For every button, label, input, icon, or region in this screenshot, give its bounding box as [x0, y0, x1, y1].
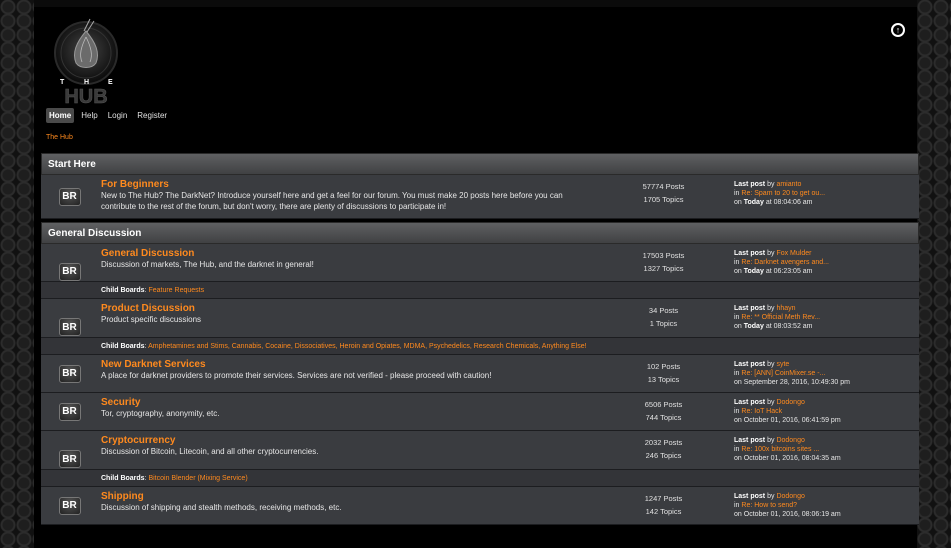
breadcrumb[interactable]: The Hub [46, 134, 73, 141]
logo-letter-t: T [60, 79, 65, 86]
last-post-thread[interactable]: Re: Spam to 20 to get ou... [741, 190, 825, 197]
board-link[interactable]: Shipping [101, 491, 595, 502]
last-post: Last post by amianto in Re: Spam to 20 t… [734, 181, 826, 206]
last-post-author[interactable]: Dodongo [776, 399, 804, 406]
board-group: Product Discussion Product specific disc… [41, 299, 919, 355]
logo-letter-h: H [84, 79, 89, 86]
board-link[interactable]: For Beginners [101, 179, 595, 190]
post-count: 57774 Posts [642, 182, 685, 191]
last-post-thread[interactable]: Re: Darknet avengers and... [741, 259, 829, 266]
board-link[interactable]: Security [101, 397, 595, 408]
onion-logo-icon: T H E HUB [54, 18, 118, 108]
last-post: Last post by syte in Re: [ANN] CoinMixer… [734, 361, 850, 386]
nav-register[interactable]: Register [134, 108, 170, 123]
hex-pattern-left [0, 0, 34, 548]
board-link[interactable]: Cryptocurrency [101, 435, 595, 446]
board-link[interactable]: Product Discussion [101, 303, 595, 314]
last-post-author[interactable]: Dodongo [776, 437, 804, 444]
last-post-author[interactable]: amianto [776, 181, 801, 188]
board-description: New to The Hub? The DarkNet? Introduce y… [101, 191, 563, 211]
last-post-thread[interactable]: Re: 100x bitcoins sites ... [741, 446, 819, 453]
arrow-up-circle-icon[interactable]: ↑ [891, 23, 905, 37]
board-stats: 57774 Posts 1705 Topics [599, 175, 728, 218]
post-count: 1247 Posts [644, 494, 683, 503]
child-boards-row: Child Boards: Bitcoin Blender (Mixing Se… [41, 470, 919, 487]
board-description: Discussion of shipping and stealth metho… [101, 503, 342, 512]
br-board-icon: BR [58, 364, 81, 383]
topic-count: 744 Topics [645, 413, 682, 422]
last-post: Last post by Fox Mulder in Re: Darknet a… [734, 250, 829, 275]
board-description: Tor, cryptography, anonymity, etc. [101, 409, 220, 418]
br-board-icon: BR [58, 318, 81, 336]
board-description: Product specific discussions [101, 315, 202, 324]
child-board-links[interactable]: Amphetamines and Stims, Cannabis, Cocain… [148, 343, 586, 350]
topic-count: 246 Topics [645, 451, 682, 460]
last-post-thread[interactable]: Re: [ANN] CoinMixer.se -... [741, 370, 825, 377]
post-count: 34 Posts [648, 306, 679, 315]
board-row: Cryptocurrency Discussion of Bitcoin, Li… [41, 431, 919, 470]
nav-home[interactable]: Home [46, 108, 75, 123]
topic-count: 13 Topics [647, 375, 680, 384]
hex-pattern-right [917, 0, 951, 548]
category-header-general-discussion[interactable]: General Discussion [41, 222, 919, 244]
board-row: BR Security Tor, cryptography, anonymity… [41, 393, 919, 431]
last-post: Last post by Dodongo in Re: IoT Hack on … [734, 399, 841, 424]
nav-help[interactable]: Help [78, 108, 100, 123]
board-link[interactable]: General Discussion [101, 248, 595, 259]
category-header-start-here[interactable]: Start Here [41, 153, 919, 175]
board-group: General Discussion Discussion of markets… [41, 244, 919, 299]
last-post-author[interactable]: Fox Mulder [776, 250, 811, 257]
board-row: BR For Beginners New to The Hub? The Dar… [41, 175, 919, 219]
board-row: BR Shipping Discussion of shipping and s… [41, 487, 919, 525]
last-post-author[interactable]: syte [776, 361, 789, 368]
board-row: BR New Darknet Services A place for dark… [41, 355, 919, 393]
logo-word: HUB [64, 86, 107, 107]
last-post: Last post by Dodongo in Re: 100x bitcoin… [734, 437, 841, 462]
br-board-icon: BR [58, 402, 81, 421]
last-post: Last post by hhayn in Re: ** Official Me… [734, 305, 821, 330]
topic-count: 142 Topics [645, 507, 682, 516]
br-board-icon: BR [58, 450, 81, 468]
page-frame: T H E HUB ↑ Home Help Login Register The… [34, 7, 919, 548]
topic-count: 1327 Topics [643, 264, 684, 273]
board-description: Discussion of markets, The Hub, and the … [101, 260, 314, 269]
nav-login[interactable]: Login [105, 108, 131, 123]
board-row: Product Discussion Product specific disc… [41, 299, 919, 338]
board-group: Cryptocurrency Discussion of Bitcoin, Li… [41, 431, 919, 487]
last-post: Last post by Dodongo in Re: How to send?… [734, 493, 841, 518]
last-post-thread[interactable]: Re: IoT Hack [741, 408, 782, 415]
last-post-author[interactable]: hhayn [776, 305, 795, 312]
post-count: 2032 Posts [644, 438, 683, 447]
br-board-icon: BR [58, 496, 81, 515]
main-nav: Home Help Login Register [46, 108, 170, 123]
last-post-thread[interactable]: Re: How to send? [741, 502, 797, 509]
post-count: 17503 Posts [642, 251, 685, 260]
topic-count: 1 Topics [649, 319, 678, 328]
board-index: Start Here BR For Beginners New to The H… [41, 153, 919, 525]
logo-letter-e: E [108, 79, 113, 86]
last-post-author[interactable]: Dodongo [776, 493, 804, 500]
child-boards-row: Child Boards: Feature Requests [41, 282, 919, 299]
last-post-thread[interactable]: Re: ** Official Meth Rev... [741, 314, 820, 321]
site-logo[interactable]: T H E HUB [46, 7, 126, 108]
board-description: A place for darknet providers to promote… [101, 371, 492, 380]
board-description: Discussion of Bitcoin, Litecoin, and all… [101, 447, 319, 456]
child-board-links[interactable]: Bitcoin Blender (Mixing Service) [148, 475, 247, 482]
child-boards-row: Child Boards: Amphetamines and Stims, Ca… [41, 338, 919, 355]
topic-count: 1705 Topics [643, 195, 684, 204]
board-link[interactable]: New Darknet Services [101, 359, 595, 370]
post-count: 102 Posts [646, 362, 681, 371]
board-row: General Discussion Discussion of markets… [41, 244, 919, 282]
post-count: 6506 Posts [644, 400, 683, 409]
br-board-icon: BR [58, 187, 81, 206]
br-board-icon: BR [58, 262, 81, 281]
child-board-links[interactable]: Feature Requests [148, 287, 204, 294]
